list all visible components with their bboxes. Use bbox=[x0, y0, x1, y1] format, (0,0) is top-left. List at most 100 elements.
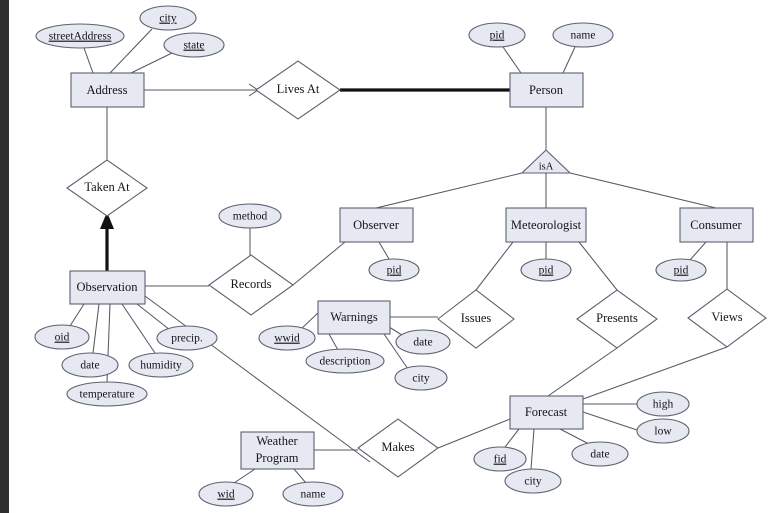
entity-consumer[interactable]: Consumer bbox=[679, 207, 754, 243]
attribute-city-warnings[interactable]: city bbox=[394, 365, 448, 391]
attribute-oid-label: oid bbox=[55, 332, 70, 344]
edge-pid-consumer bbox=[689, 241, 707, 261]
entity-forecast-label: Forecast bbox=[525, 405, 568, 419]
entity-forecast[interactable]: Forecast bbox=[509, 395, 584, 430]
attribute-temperature[interactable]: temperature bbox=[66, 381, 148, 407]
attribute-low[interactable]: low bbox=[636, 418, 690, 444]
attribute-pid-consumer[interactable]: pid bbox=[655, 258, 707, 282]
edge-low-forecast bbox=[582, 411, 638, 431]
edge-date-forecast bbox=[559, 428, 590, 445]
entity-address[interactable]: Address bbox=[70, 72, 145, 108]
entity-observer[interactable]: Observer bbox=[339, 207, 414, 243]
attribute-description[interactable]: description bbox=[305, 348, 385, 374]
entity-warnings[interactable]: Warnings bbox=[317, 300, 391, 335]
entity-warnings-label: Warnings bbox=[330, 310, 378, 324]
attribute-date-forecast-label: date bbox=[590, 449, 609, 461]
isa-label: isA bbox=[539, 161, 554, 172]
attribute-pid-observer[interactable]: pid bbox=[368, 258, 420, 282]
attribute-date-observation-label: date bbox=[80, 360, 99, 372]
edge-wid-weatherprogram bbox=[233, 468, 256, 484]
attribute-humidity-label: humidity bbox=[140, 360, 182, 372]
entity-meteorologist[interactable]: Meteorologist bbox=[505, 207, 587, 243]
attribute-city-address[interactable]: city bbox=[139, 5, 197, 31]
attribute-city-forecast-label: city bbox=[524, 476, 541, 488]
relationship-taken-at-label: Taken At bbox=[84, 180, 130, 194]
attribute-temperature-label: temperature bbox=[80, 389, 135, 401]
relationship-records[interactable]: Records bbox=[208, 254, 294, 316]
er-diagram-canvas: Address Person Observer Meteorologist Co… bbox=[0, 0, 774, 513]
left-gutter-strip bbox=[0, 0, 9, 513]
attribute-date-forecast[interactable]: date bbox=[571, 441, 629, 467]
relationship-records-label: Records bbox=[231, 277, 272, 291]
attribute-streetaddress-label: streetAddress bbox=[49, 31, 112, 43]
attribute-pid-person-label: pid bbox=[490, 30, 505, 42]
edge-isa-observer bbox=[375, 172, 523, 209]
entity-address-label: Address bbox=[87, 83, 128, 97]
edge-wwid-warnings bbox=[299, 311, 320, 331]
edge-issues-meteorologist bbox=[475, 241, 514, 291]
attribute-date-observation[interactable]: date bbox=[61, 352, 119, 378]
attribute-precip-label: precip. bbox=[171, 333, 203, 345]
edge-pid-person bbox=[502, 46, 522, 74]
attribute-state-address[interactable]: state bbox=[163, 32, 225, 58]
entity-weather-program[interactable]: Weather Program bbox=[240, 431, 315, 470]
edge-description-warnings bbox=[328, 333, 339, 351]
attribute-fid-label: fid bbox=[494, 454, 507, 466]
entity-person[interactable]: Person bbox=[509, 72, 584, 108]
entity-weather-program-label-line2: Program bbox=[255, 451, 298, 465]
edge-oid-observation bbox=[69, 303, 85, 327]
attribute-date-warnings[interactable]: date bbox=[395, 329, 451, 355]
edge-pid-observer bbox=[378, 241, 390, 260]
attribute-date-warnings-label: date bbox=[413, 337, 432, 349]
attribute-method[interactable]: method bbox=[218, 203, 282, 229]
edge-state-address bbox=[130, 52, 173, 74]
edge-views-forecast bbox=[582, 346, 728, 400]
attribute-humidity[interactable]: humidity bbox=[128, 352, 194, 378]
edge-name-person bbox=[562, 46, 576, 74]
attribute-method-label: method bbox=[233, 211, 268, 223]
edge-humidity-observation bbox=[121, 303, 156, 354]
edge-name-weatherprogram bbox=[293, 468, 307, 484]
attribute-high-label: high bbox=[653, 399, 674, 411]
attribute-city-address-label: city bbox=[159, 13, 176, 25]
relationship-makes[interactable]: Makes bbox=[357, 418, 439, 478]
attribute-oid[interactable]: oid bbox=[34, 324, 90, 350]
edge-layer bbox=[69, 28, 728, 484]
relationship-taken-at[interactable]: Taken At bbox=[66, 159, 148, 217]
attribute-name-weather-program[interactable]: name bbox=[282, 481, 344, 507]
attribute-high[interactable]: high bbox=[636, 391, 690, 417]
edge-fid-forecast bbox=[504, 428, 520, 448]
relationship-presents[interactable]: Presents bbox=[576, 289, 658, 349]
attribute-pid-person[interactable]: pid bbox=[468, 22, 526, 48]
attribute-wid[interactable]: wid bbox=[198, 481, 254, 507]
er-diagram-svg: Address Person Observer Meteorologist Co… bbox=[34, 5, 767, 507]
edge-city-forecast bbox=[530, 428, 535, 470]
edge-makes-forecast bbox=[437, 418, 511, 449]
relationship-lives-at[interactable]: Lives At bbox=[255, 60, 341, 120]
entity-observation-label: Observation bbox=[76, 280, 138, 294]
attribute-state-address-label: state bbox=[183, 40, 204, 52]
attribute-pid-meteorologist[interactable]: pid bbox=[520, 258, 572, 282]
edge-streetaddress-address bbox=[83, 47, 94, 74]
edge-isa-consumer bbox=[569, 172, 717, 209]
attribute-city-forecast[interactable]: city bbox=[504, 468, 562, 494]
attribute-name-person-label: name bbox=[571, 30, 596, 42]
entity-consumer-label: Consumer bbox=[690, 218, 742, 232]
edge-meteorologist-presents bbox=[578, 241, 618, 291]
relationship-views[interactable]: Views bbox=[687, 288, 767, 348]
attribute-pid-meteorologist-label: pid bbox=[539, 265, 554, 277]
edge-records-observer bbox=[292, 241, 346, 286]
entity-meteorologist-label: Meteorologist bbox=[511, 218, 582, 232]
relationship-issues-label: Issues bbox=[461, 311, 492, 325]
entity-observer-label: Observer bbox=[353, 218, 400, 232]
attribute-wwid[interactable]: wwid bbox=[258, 325, 316, 351]
relationship-makes-label: Makes bbox=[381, 440, 414, 454]
attribute-name-person[interactable]: name bbox=[552, 22, 614, 48]
edge-precip-observation bbox=[136, 303, 171, 331]
attribute-streetaddress[interactable]: streetAddress bbox=[35, 23, 125, 49]
attribute-fid[interactable]: fid bbox=[473, 446, 527, 472]
attribute-precip[interactable]: precip. bbox=[156, 325, 218, 351]
entity-observation[interactable]: Observation bbox=[69, 270, 146, 305]
attribute-pid-consumer-label: pid bbox=[674, 265, 689, 277]
isa-hierarchy[interactable]: isA bbox=[520, 149, 572, 174]
